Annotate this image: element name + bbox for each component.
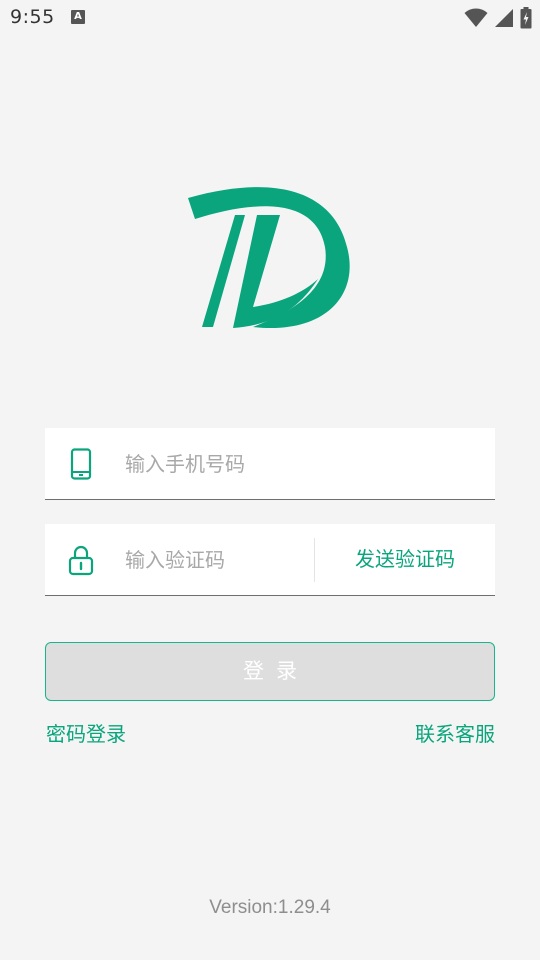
phone-row [45, 428, 495, 500]
status-bar: 9:55 A [0, 0, 540, 38]
send-code-button[interactable]: 发送验证码 [315, 524, 495, 595]
verification-code-input[interactable] [125, 542, 305, 578]
login-button[interactable]: 登录 [45, 642, 495, 701]
verification-code-row: 发送验证码 [45, 524, 495, 596]
smartphone-icon [70, 448, 92, 480]
status-time: 9:55 [10, 6, 55, 28]
wifi-icon [464, 8, 488, 27]
version-label: Version:1.29.4 [209, 897, 331, 918]
lock-icon [68, 545, 94, 576]
battery-icon [520, 7, 532, 29]
cell-signal-icon [495, 9, 513, 27]
phone-input[interactable] [125, 446, 475, 482]
password-login-link[interactable]: 密码登录 [46, 718, 126, 747]
app-logo-icon [188, 187, 350, 329]
status-icons [464, 7, 532, 29]
contact-service-link[interactable]: 联系客服 [415, 718, 495, 747]
notification-a-icon: A [71, 10, 85, 24]
